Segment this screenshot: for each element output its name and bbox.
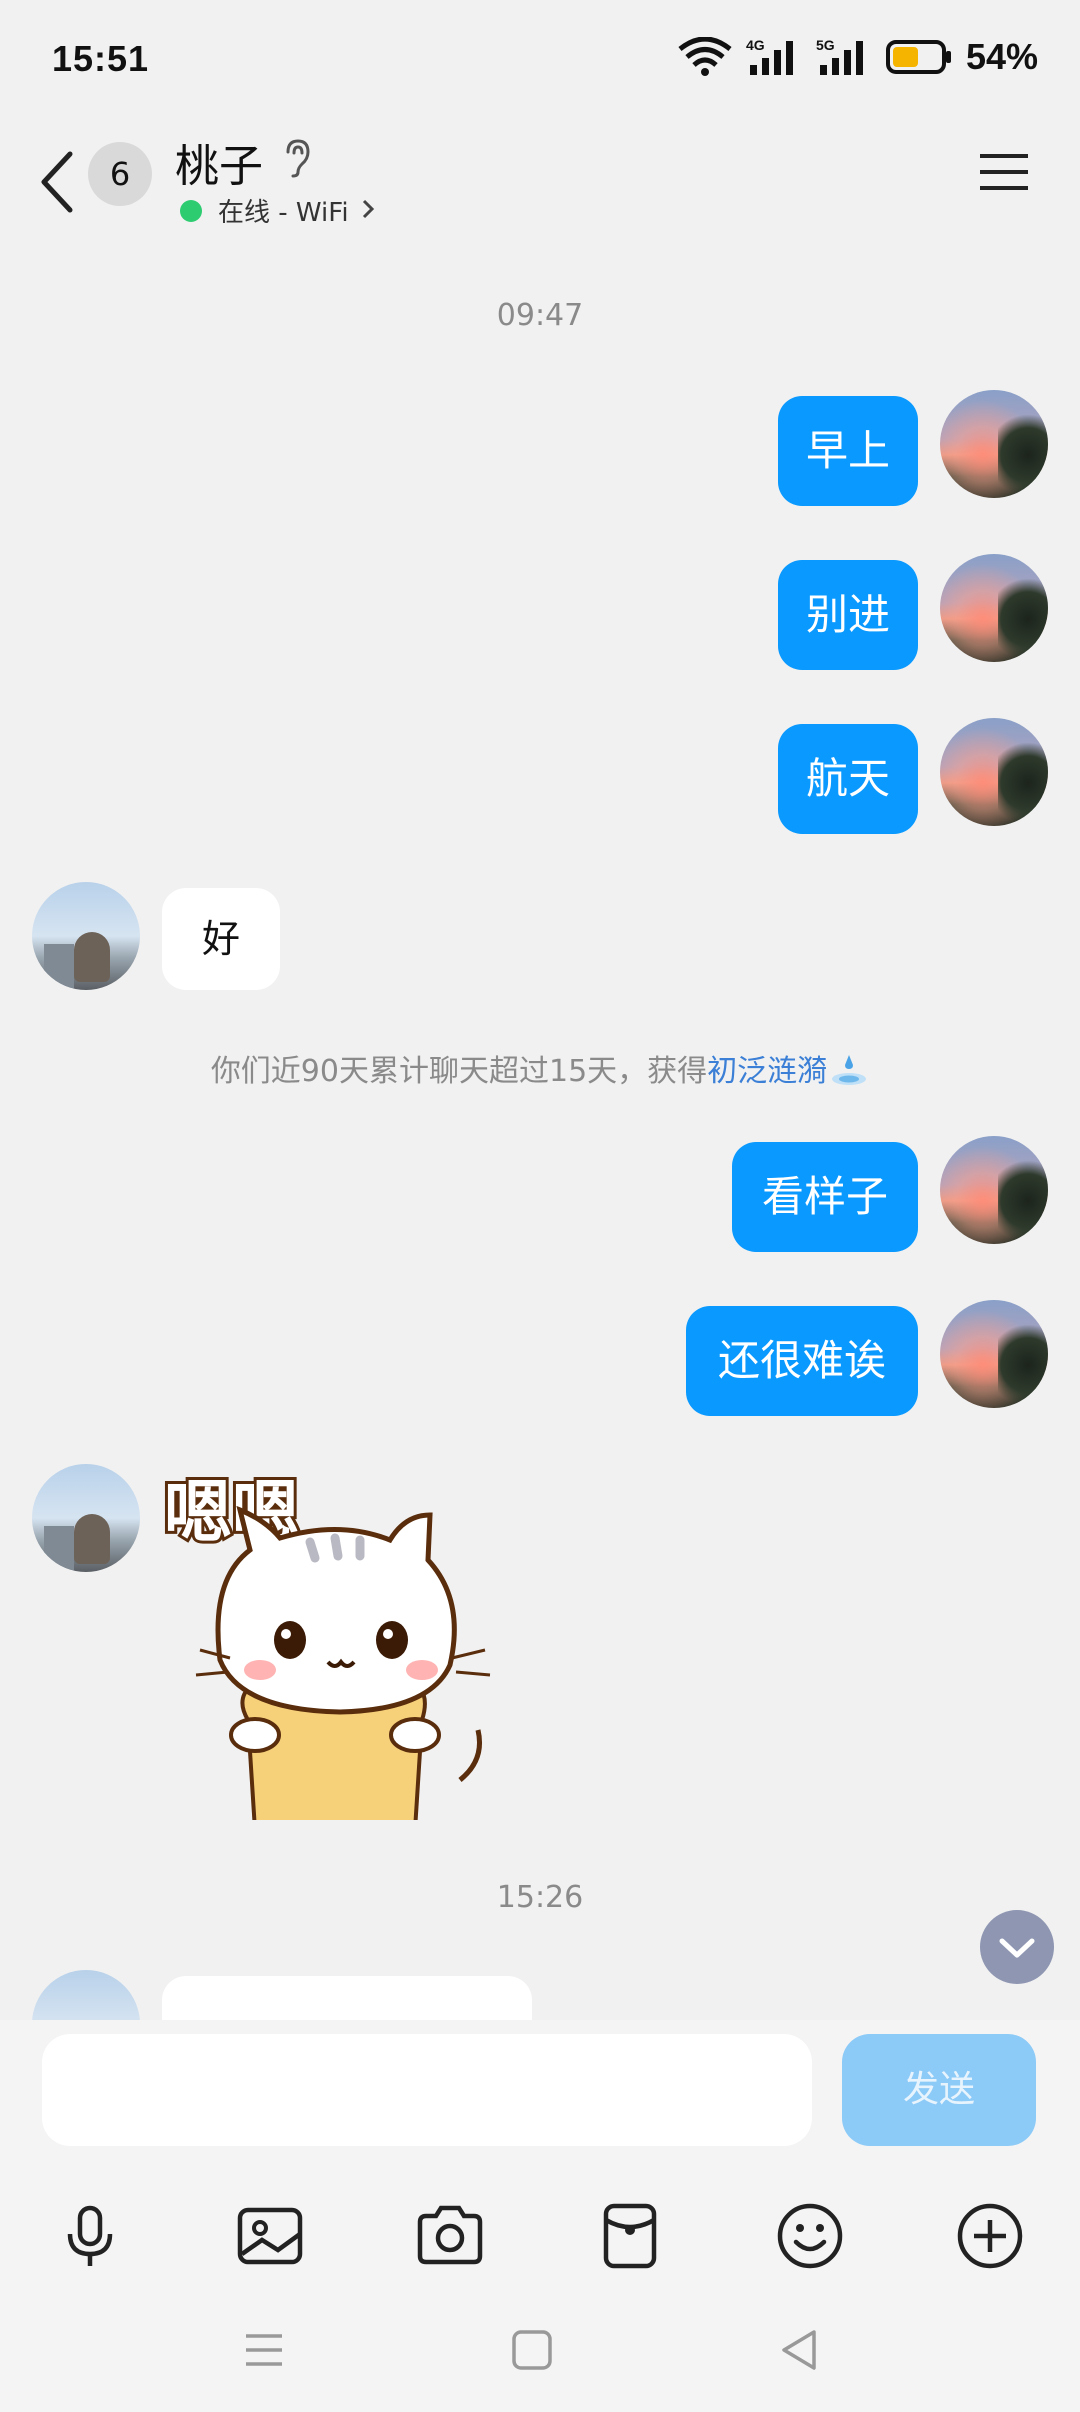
back-button[interactable] <box>34 144 84 220</box>
scroll-to-bottom-button[interactable] <box>980 1910 1054 1984</box>
message-bubble-outgoing[interactable]: 还很难诶 <box>686 1306 918 1416</box>
my-avatar[interactable] <box>940 718 1048 826</box>
wifi-icon <box>678 37 732 77</box>
ripple-icon <box>829 1051 869 1095</box>
contact-avatar[interactable] <box>32 882 140 990</box>
timestamp: 15:26 <box>496 1880 584 1915</box>
status-time: 15:51 <box>52 38 150 79</box>
image-icon[interactable] <box>234 2200 306 2272</box>
system-note: 你们近90天累计聊天超过15天，获得初泛涟漪 <box>0 1046 1080 1095</box>
recent-apps-icon[interactable] <box>234 2320 294 2380</box>
plus-icon[interactable] <box>954 2200 1026 2272</box>
online-status-text: 在线 - WiFi <box>218 198 349 228</box>
menu-icon <box>980 154 1028 190</box>
unread-count-badge[interactable]: 6 <box>88 142 152 206</box>
menu-button[interactable] <box>978 150 1030 194</box>
battery-icon <box>885 39 952 75</box>
chevron-right-icon <box>361 198 375 224</box>
message-bubble-outgoing[interactable]: 航天 <box>778 724 918 834</box>
my-avatar[interactable] <box>940 390 1048 498</box>
emoji-icon[interactable] <box>774 2200 846 2272</box>
status-bar: 15:51 4G 5G 54% <box>0 0 1080 120</box>
contact-avatar[interactable] <box>32 1970 140 2020</box>
system-note-text: 你们近90天累计聊天超过15天，获得 <box>210 1054 708 1089</box>
message-bubble-incoming[interactable]: 好 <box>162 888 280 990</box>
back-nav-icon[interactable] <box>770 2320 830 2380</box>
timestamp: 09:47 <box>496 298 584 333</box>
signal-4g-icon: 4G <box>746 37 802 77</box>
message-bubble-incoming-partial[interactable] <box>162 1976 532 2020</box>
cat-sticker[interactable]: 嗯嗯 <box>160 1460 520 1832</box>
red-packet-icon[interactable] <box>594 2200 666 2272</box>
system-nav-bar <box>0 2280 1080 2412</box>
network-4g-label: 4G <box>746 37 765 53</box>
my-avatar[interactable] <box>940 1300 1048 1408</box>
camera-icon[interactable] <box>414 2200 486 2272</box>
network-5g-label: 5G <box>816 37 835 53</box>
ear-icon[interactable] <box>282 138 312 182</box>
online-status-row[interactable]: 在线 - WiFi <box>180 192 375 229</box>
chat-messages[interactable]: 09:47 早上 别进 航天 好 你们近90天累计聊天超过15天，获得初泛涟漪 … <box>0 250 1080 2020</box>
chat-header: 6 桃子 在线 - WiFi <box>0 120 1080 250</box>
chevron-down-icon <box>999 1938 1035 1958</box>
home-icon[interactable] <box>502 2320 562 2380</box>
message-bubble-outgoing[interactable]: 别进 <box>778 560 918 670</box>
input-toolbar <box>0 2170 1080 2290</box>
send-button[interactable]: 发送 <box>842 2034 1036 2146</box>
system-note-link[interactable]: 初泛涟漪 <box>707 1054 827 1089</box>
contact-avatar[interactable] <box>32 1464 140 1572</box>
message-input[interactable] <box>42 2034 812 2146</box>
my-avatar[interactable] <box>940 1136 1048 1244</box>
message-bubble-outgoing[interactable]: 看样子 <box>732 1142 918 1252</box>
signal-5g-icon: 5G <box>816 37 872 77</box>
my-avatar[interactable] <box>940 554 1048 662</box>
battery-percent: 54% <box>965 36 1038 77</box>
mic-icon[interactable] <box>54 2200 126 2272</box>
message-bubble-outgoing[interactable]: 早上 <box>778 396 918 506</box>
back-icon <box>41 151 73 213</box>
contact-name[interactable]: 桃子 <box>175 130 263 194</box>
online-indicator <box>180 199 202 222</box>
